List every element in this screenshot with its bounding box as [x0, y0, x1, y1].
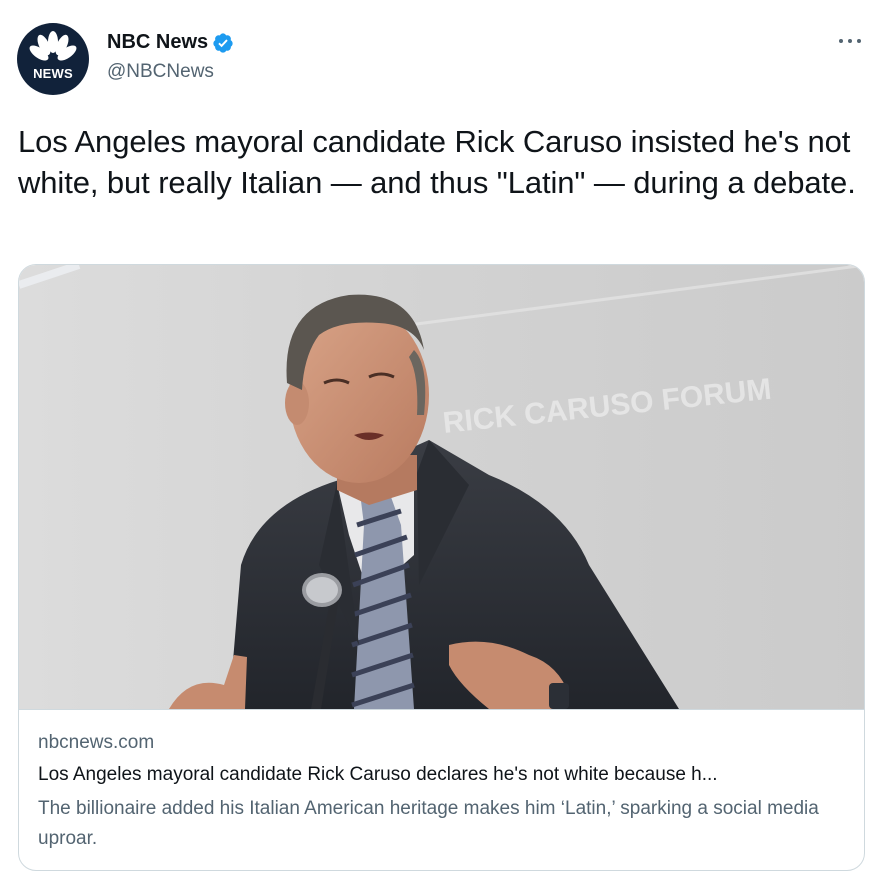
author-handle[interactable]: @NBCNews	[107, 61, 214, 83]
avatar[interactable]: NEWS	[17, 23, 89, 95]
card-description: The billionaire added his Italian Americ…	[38, 798, 819, 849]
more-dot	[857, 39, 861, 43]
more-dot	[839, 39, 843, 43]
verified-badge-icon	[213, 32, 233, 53]
more-options-icon[interactable]	[836, 32, 864, 50]
avatar-label: NEWS	[33, 66, 73, 81]
tweet: NEWS NBC News @NBCNews Los Angeles mayor…	[0, 0, 880, 888]
more-dot	[848, 39, 852, 43]
link-card[interactable]: RICK CARUSO FORUM nbcnews.com Los Angele…	[18, 264, 865, 871]
card-title: Los Angeles mayoral candidate Rick Carus…	[38, 764, 718, 785]
display-name[interactable]: NBC News	[107, 31, 208, 54]
author-name-row: NBC News	[107, 31, 234, 54]
peacock-logo-icon	[27, 31, 79, 79]
tweet-text: Los Angeles mayoral candidate Rick Carus…	[18, 124, 856, 200]
card-meta[interactable]: nbcnews.com Los Angeles mayoral candidat…	[19, 709, 864, 870]
card-domain: nbcnews.com	[38, 732, 155, 753]
card-image[interactable]: RICK CARUSO FORUM	[19, 265, 864, 709]
